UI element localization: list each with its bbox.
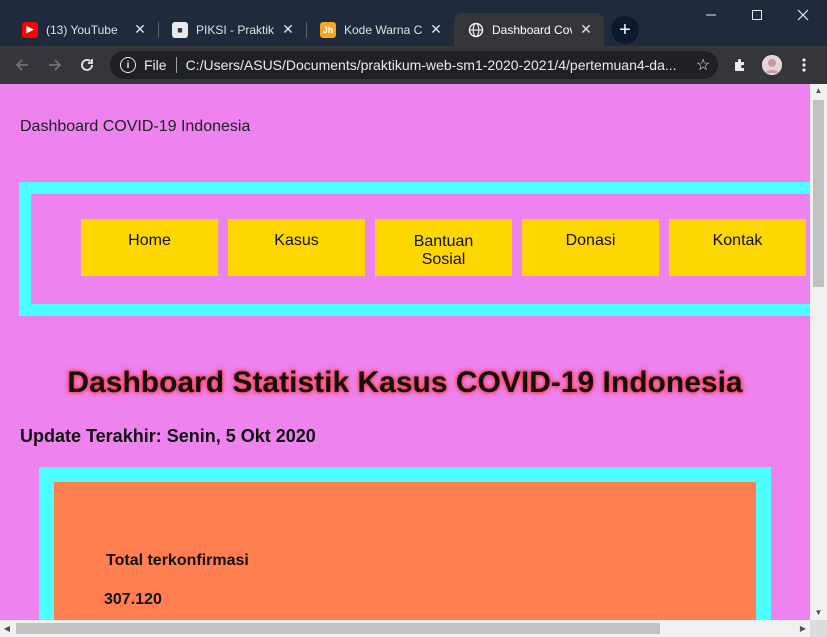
horizontal-scroll-thumb[interactable]	[16, 623, 660, 634]
vertical-scroll-thumb[interactable]	[813, 100, 824, 287]
new-tab-button[interactable]: +	[611, 16, 639, 44]
reload-icon	[81, 59, 93, 71]
reload-button[interactable]	[75, 53, 99, 77]
youtube-icon: ▶	[22, 21, 38, 38]
stat-value: 307.120	[104, 591, 162, 608]
close-icon[interactable]: ✕	[578, 21, 594, 38]
browser-toolbar: i File C:/Users/ASUS/Documents/praktikum…	[0, 46, 827, 84]
minimize-icon	[706, 14, 716, 16]
address-bar[interactable]: i File C:/Users/ASUS/Documents/praktikum…	[110, 51, 718, 79]
close-icon[interactable]: ✕	[280, 21, 296, 38]
nav-kasus[interactable]: Kasus	[228, 219, 365, 276]
tab-title: Dashboard Covid	[492, 22, 572, 37]
stat-card: Total terkonfirmasi 307.120	[39, 467, 771, 637]
tab-title: (13) YouTube	[46, 22, 118, 37]
main-nav: Home Kasus Bantuan Sosial Donasi Kontak	[19, 182, 827, 316]
nav-donasi[interactable]: Donasi	[522, 219, 659, 276]
forward-button[interactable]	[43, 53, 67, 77]
tab-strip: ▶ (13) YouTube ✕ ■ PIKSI - Praktikum ✕ J…	[0, 0, 827, 46]
horizontal-scrollbar[interactable]: ◀ ▶	[0, 620, 810, 637]
close-icon[interactable]: ✕	[428, 21, 444, 38]
scroll-left-icon[interactable]: ◀	[0, 620, 14, 637]
arrow-left-icon	[15, 59, 28, 71]
scroll-right-icon[interactable]: ▶	[796, 620, 810, 637]
avatar-icon	[762, 55, 782, 75]
extensions-button[interactable]	[728, 53, 752, 77]
close-icon[interactable]: ✕	[132, 21, 148, 38]
tab-title: Kode Warna CSS	[344, 22, 422, 37]
scrollbar-corner	[810, 620, 827, 637]
scroll-up-icon[interactable]: ▲	[810, 84, 827, 98]
scroll-down-icon[interactable]: ▼	[810, 606, 827, 620]
last-update: Update Terakhir: Senin, 5 Okt 2020	[20, 426, 316, 446]
page-viewport: Dashboard COVID-19 Indonesia Home Kasus …	[0, 84, 827, 637]
address-scheme: File	[144, 57, 167, 73]
tab-title: PIKSI - Praktikum	[196, 22, 274, 37]
tab-kode-warna[interactable]: Jh Kode Warna CSS ✕	[306, 13, 454, 46]
jh-icon: Jh	[320, 21, 336, 38]
star-icon[interactable]: ☆	[688, 55, 718, 75]
menu-button[interactable]	[792, 53, 816, 77]
site-title: Dashboard COVID-19 Indonesia	[20, 118, 251, 135]
close-window-button[interactable]	[780, 4, 826, 26]
close-icon	[797, 9, 809, 21]
maximize-button[interactable]	[734, 4, 780, 26]
info-icon[interactable]: i	[120, 57, 136, 73]
tab-piksi[interactable]: ■ PIKSI - Praktikum ✕	[158, 13, 306, 46]
tab-dashboard[interactable]: Dashboard Covid ✕	[454, 13, 604, 46]
tab-youtube[interactable]: ▶ (13) YouTube ✕	[8, 13, 158, 46]
minimize-button[interactable]	[688, 4, 734, 26]
puzzle-icon	[735, 59, 744, 71]
address-divider	[175, 57, 177, 73]
profile-avatar[interactable]	[762, 55, 782, 75]
stat-label: Total terkonfirmasi	[106, 552, 249, 569]
nav-kontak[interactable]: Kontak	[669, 219, 806, 276]
arrow-right-icon	[49, 59, 62, 71]
globe-icon	[468, 22, 484, 38]
address-url[interactable]: C:/Users/ASUS/Documents/praktikum-web-sm…	[186, 57, 688, 73]
back-button[interactable]	[10, 53, 34, 77]
page-headline: Dashboard Statistik Kasus COVID-19 Indon…	[67, 366, 743, 399]
nav-bantuan-sosial[interactable]: Bantuan Sosial	[375, 219, 512, 276]
nav-home[interactable]: Home	[81, 219, 218, 276]
maximize-icon	[752, 10, 762, 20]
portrait-icon: ■	[172, 21, 188, 38]
kebab-menu-icon	[802, 58, 806, 72]
vertical-scrollbar[interactable]: ▲ ▼	[810, 84, 827, 620]
